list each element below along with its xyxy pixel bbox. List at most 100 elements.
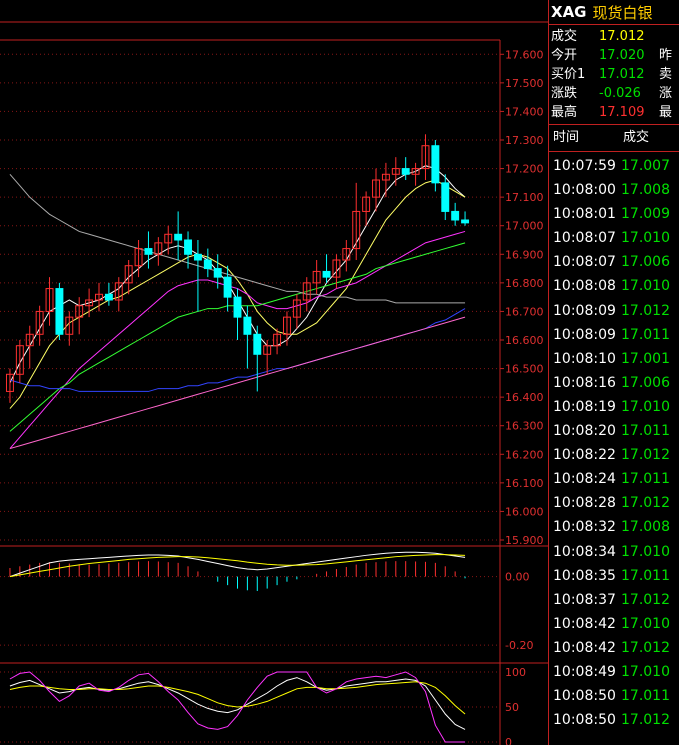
quote-side-label: 最 <box>659 105 673 120</box>
y-tick-label: 100 <box>505 666 526 679</box>
tick-row[interactable]: 10:08:19 17.010 <box>549 395 679 419</box>
tick-row[interactable]: 10:08:35 17.011 <box>549 564 679 588</box>
y-tick-label: 16.400 <box>505 391 544 404</box>
tick-time: 10:08:24 <box>553 471 616 488</box>
y-tick-label: 15.900 <box>505 534 544 547</box>
quote-value: 17.012 <box>599 29 645 44</box>
tick-row[interactable]: 10:08:32 17.008 <box>549 515 679 539</box>
tick-row[interactable]: 10:08:07 17.006 <box>549 250 679 274</box>
tick-row[interactable]: 10:08:22 17.012 <box>549 443 679 467</box>
tick-row[interactable]: 10:08:01 17.009 <box>549 202 679 226</box>
quote-panel: XAG 现货白银 成交 17.012 今开 17.020 昨买价1 17.012 卖涨跌 -0… <box>548 0 679 745</box>
y-tick-label: 16.200 <box>505 448 544 461</box>
candle-body <box>431 145 440 184</box>
tick-time: 10:08:20 <box>553 423 616 440</box>
tick-time: 10:08:42 <box>553 615 616 632</box>
macd-dea-line <box>9 554 466 578</box>
tick-time: 10:08:09 <box>553 326 616 343</box>
tick-price: 17.011 <box>621 471 670 488</box>
y-tick-label: 16.800 <box>505 277 544 290</box>
tick-price: 17.006 <box>621 254 670 271</box>
tick-row[interactable]: 10:08:28 17.012 <box>549 491 679 515</box>
tick-row[interactable]: 10:08:24 17.011 <box>549 467 679 491</box>
tick-row[interactable]: 10:08:37 17.012 <box>549 588 679 612</box>
y-tick-label: 16.700 <box>505 305 544 318</box>
candle-body <box>104 293 113 301</box>
tick-time: 10:08:35 <box>553 567 616 584</box>
quote-summary: 成交 17.012 今开 17.020 昨买价1 17.012 卖涨跌 -0.026 涨最高 17… <box>549 25 679 125</box>
tick-price: 17.011 <box>621 688 670 705</box>
tick-price: 17.011 <box>621 326 670 343</box>
tick-row[interactable]: 10:08:16 17.006 <box>549 371 679 395</box>
tick-row[interactable]: 10:08:08 17.010 <box>549 274 679 298</box>
chart-area[interactable]: 17.600 17.500 17.400 17.300 17.200 17.100 17.0… <box>0 0 548 745</box>
quote-value: 17.020 <box>599 48 645 63</box>
quote-side-label: 涨 <box>659 86 673 101</box>
tick-price: 17.012 <box>621 495 670 512</box>
tick-price: 17.010 <box>621 543 670 560</box>
tick-row[interactable]: 10:08:42 17.010 <box>549 612 679 636</box>
tick-price: 17.010 <box>621 398 670 415</box>
candle-body <box>144 248 153 255</box>
candle-body <box>233 296 242 318</box>
tick-row[interactable]: 10:08:49 17.010 <box>549 660 679 684</box>
y-tick-label: 17.400 <box>505 105 544 118</box>
tick-row[interactable]: 10:08:34 17.010 <box>549 540 679 564</box>
y-tick-label: 17.500 <box>505 77 544 90</box>
y-tick-label: 16.000 <box>505 505 544 518</box>
quote-value: 17.012 <box>599 67 645 82</box>
tick-price: 17.010 <box>621 615 670 632</box>
tick-price: 17.011 <box>621 423 670 440</box>
tick-time: 10:08:10 <box>553 350 616 367</box>
y-tick-label: 17.000 <box>505 220 544 233</box>
tick-row[interactable]: 10:08:50 17.011 <box>549 684 679 708</box>
tick-row[interactable]: 10:08:09 17.012 <box>549 299 679 323</box>
tick-time: 10:08:08 <box>553 278 616 295</box>
chart-svg: 17.600 17.500 17.400 17.300 17.200 17.100 17.0… <box>0 21 548 745</box>
tick-price: 17.012 <box>621 639 670 656</box>
tick-time: 10:08:16 <box>553 374 616 391</box>
tick-price: 17.012 <box>621 302 670 319</box>
quote-row: 今开 17.020 昨 <box>551 46 679 65</box>
symbol-title-bar: XAG 现货白银 <box>549 0 679 25</box>
tick-list[interactable]: 10:07:59 17.007 10:08:00 17.008 10:08:01 17.0… <box>549 152 679 732</box>
tick-time: 10:08:09 <box>553 302 616 319</box>
tick-time: 10:08:50 <box>553 712 616 729</box>
tick-price: 17.008 <box>621 182 670 199</box>
tick-row[interactable]: 10:08:20 17.011 <box>549 419 679 443</box>
tick-row[interactable]: 10:08:42 17.012 <box>549 636 679 660</box>
tick-row[interactable]: 10:07:59 17.007 <box>549 154 679 178</box>
candle-body <box>193 253 202 261</box>
tick-row[interactable]: 10:08:09 17.011 <box>549 323 679 347</box>
tick-row[interactable]: 10:08:50 17.012 <box>549 708 679 732</box>
y-tick-label: 16.100 <box>505 477 544 490</box>
y-tick-label: -0.20 <box>505 639 533 652</box>
tick-row[interactable]: 10:08:00 17.008 <box>549 178 679 202</box>
tick-price: 17.009 <box>621 206 670 223</box>
tick-price: 17.007 <box>621 158 670 174</box>
ma-line <box>9 165 466 384</box>
tick-time: 10:08:19 <box>553 398 616 415</box>
tick-price: 17.012 <box>621 712 670 729</box>
y-tick-label: 16.900 <box>505 248 544 261</box>
candle-body <box>55 288 64 335</box>
tick-price: 17.006 <box>621 374 670 391</box>
tick-time: 10:07:59 <box>553 158 616 174</box>
tick-time: 10:08:49 <box>553 663 616 680</box>
tick-time: 10:08:42 <box>553 639 616 656</box>
tick-price: 17.008 <box>621 519 670 536</box>
candle-body <box>461 219 470 224</box>
candle-body <box>401 168 410 175</box>
tick-time: 10:08:50 <box>553 688 616 705</box>
tick-time: 10:08:07 <box>553 230 616 247</box>
macd-dif-line <box>9 551 466 578</box>
tick-row[interactable]: 10:08:07 17.010 <box>549 226 679 250</box>
tick-header-time: 时间 <box>553 130 580 145</box>
tick-price: 17.012 <box>621 591 670 608</box>
tick-time: 10:08:22 <box>553 447 616 464</box>
tick-price: 17.001 <box>621 350 670 367</box>
y-tick-label: 17.600 <box>505 48 544 61</box>
kdj-k-line <box>9 677 466 730</box>
tick-row[interactable]: 10:08:10 17.001 <box>549 347 679 371</box>
y-tick-label: 50 <box>505 701 519 714</box>
